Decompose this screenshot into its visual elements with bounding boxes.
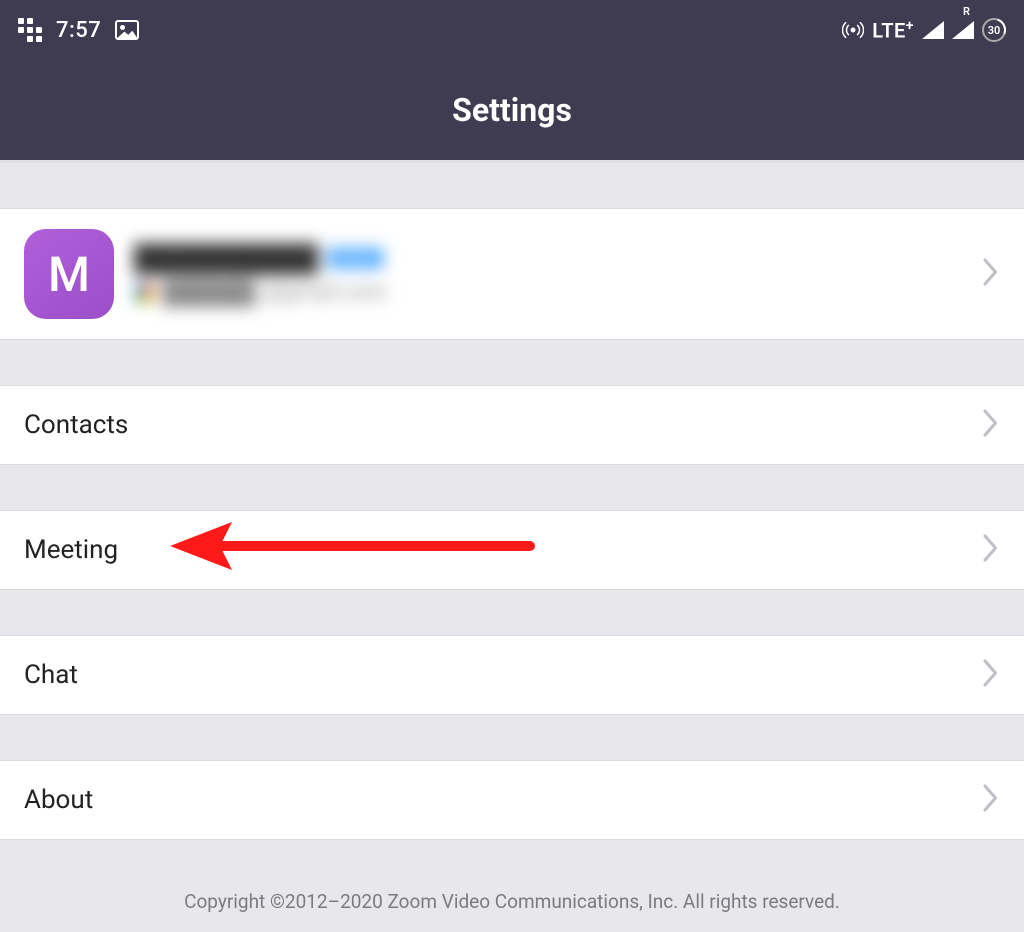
network-label: LTE+	[872, 18, 914, 43]
status-bar: 7:57 LTE+ R 30	[0, 0, 1024, 60]
clock-time: 7:57	[56, 18, 101, 43]
chevron-right-icon	[982, 783, 1000, 817]
menu-label: Meeting	[24, 535, 118, 565]
section-gap	[0, 340, 1024, 385]
signal-icon-1	[922, 21, 944, 39]
section-gap	[0, 465, 1024, 510]
chevron-right-icon	[982, 408, 1000, 442]
avatar: M	[24, 229, 114, 319]
footer-copyright: Copyright ©2012–2020 Zoom Video Communic…	[0, 840, 1024, 932]
chevron-right-icon	[982, 257, 1000, 291]
section-gap	[0, 590, 1024, 635]
hotspot-icon	[842, 19, 864, 41]
page-title: Settings	[452, 91, 572, 129]
menu-item-meeting[interactable]: Meeting	[0, 510, 1024, 590]
battery-icon: 30	[982, 18, 1006, 42]
settings-content: M ██████████BASIC ██████@gmail.com Conta…	[0, 163, 1024, 932]
section-gap	[0, 715, 1024, 760]
menu-label: Chat	[24, 660, 78, 690]
blackberry-icon	[18, 18, 42, 42]
picture-icon	[115, 20, 139, 40]
profile-row[interactable]: M ██████████BASIC ██████@gmail.com	[0, 208, 1024, 340]
chevron-right-icon	[982, 658, 1000, 692]
section-gap	[0, 163, 1024, 208]
menu-item-contacts[interactable]: Contacts	[0, 385, 1024, 465]
profile-text-blurred: ██████████BASIC ██████@gmail.com	[134, 243, 962, 306]
chevron-right-icon	[982, 533, 1000, 567]
page-title-bar: Settings	[0, 60, 1024, 160]
menu-item-chat[interactable]: Chat	[0, 635, 1024, 715]
menu-label: About	[24, 785, 93, 815]
menu-label: Contacts	[24, 410, 128, 440]
signal-icon-2: R	[952, 21, 974, 39]
menu-item-about[interactable]: About	[0, 760, 1024, 840]
status-left: 7:57	[18, 18, 139, 43]
status-right: LTE+ R 30	[842, 18, 1006, 43]
